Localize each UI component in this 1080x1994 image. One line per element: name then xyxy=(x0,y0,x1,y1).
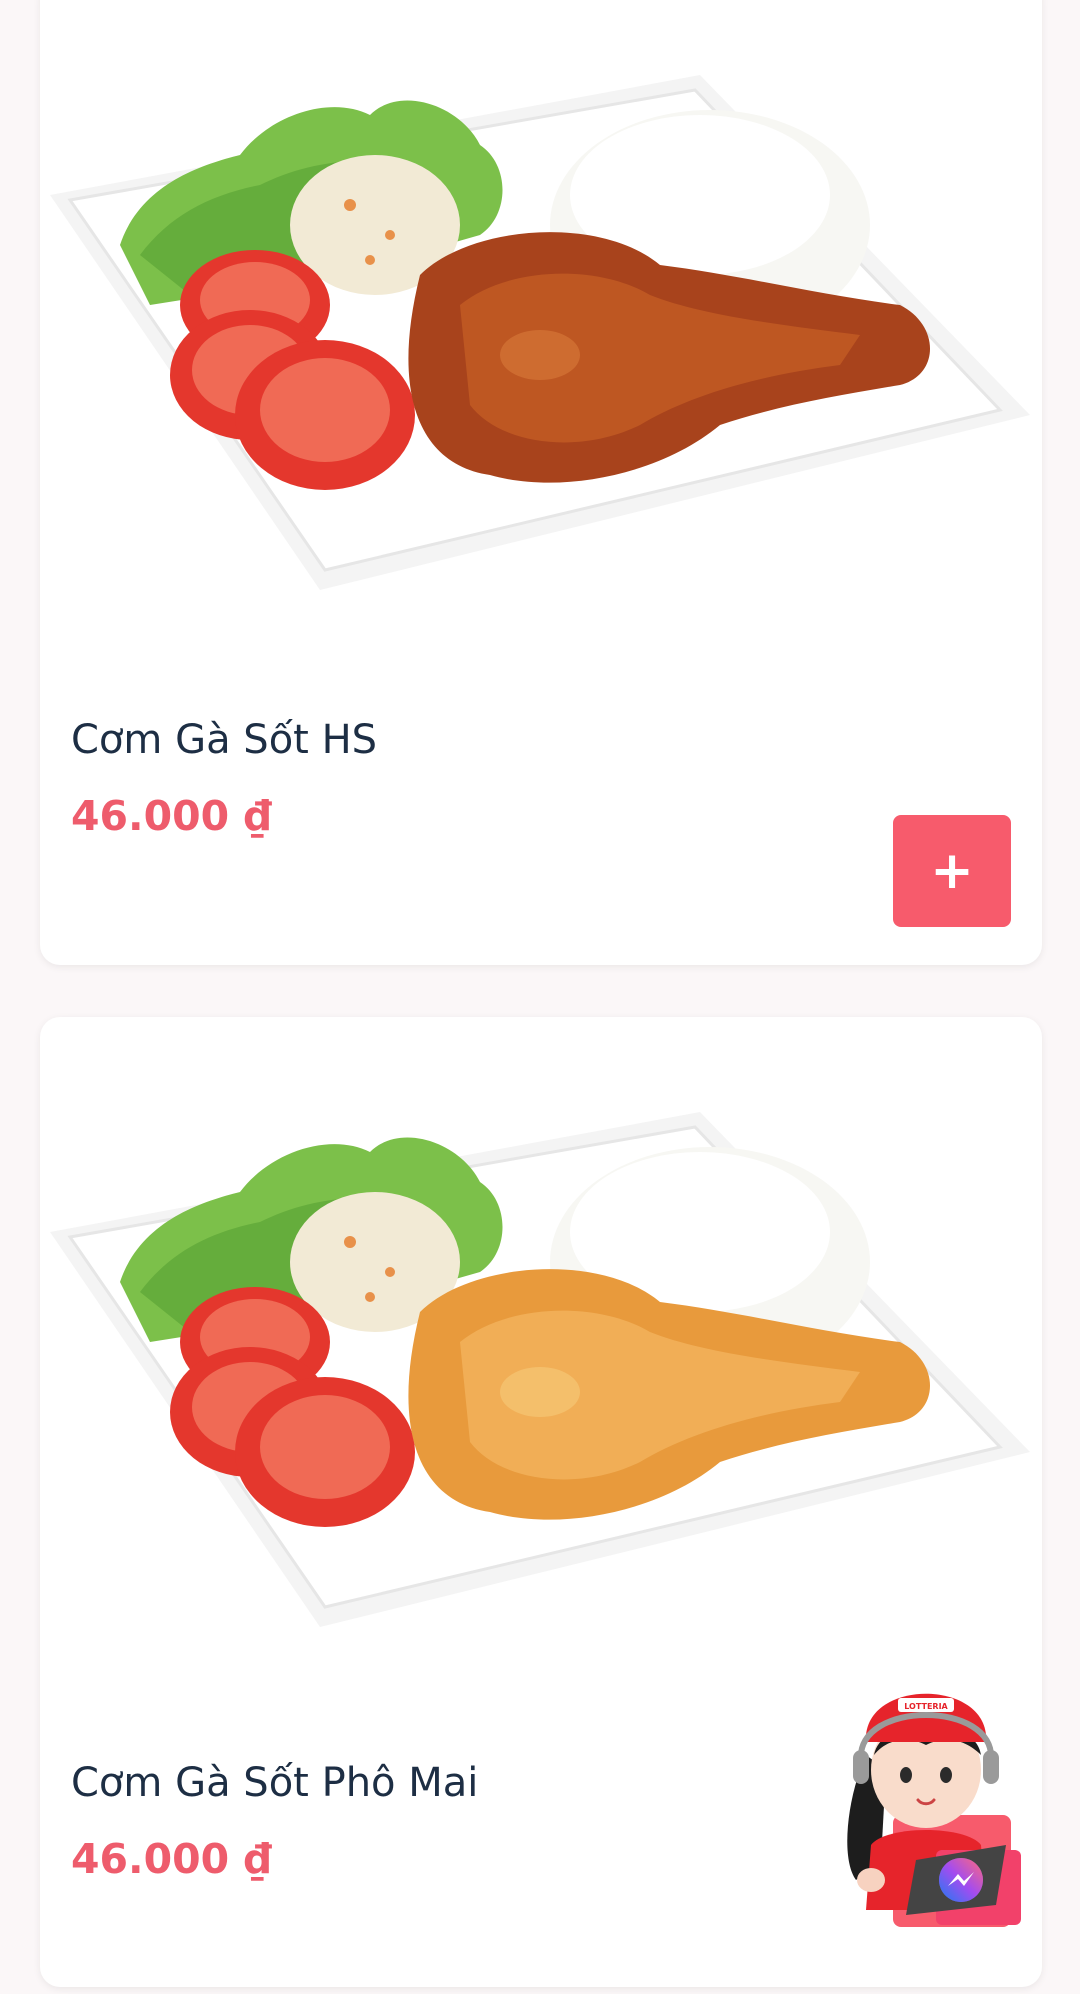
food-plate-image xyxy=(50,75,1030,590)
product-name: Cơm Gà Sốt Phô Mai xyxy=(71,1760,479,1806)
product-price: 46.000 ₫ xyxy=(71,792,273,840)
product-price: 46.000 ₫ xyxy=(71,1835,273,1883)
lotteria-mascot-icon: LOTTERIA xyxy=(847,1693,1021,1925)
product-name: Cơm Gà Sốt HS xyxy=(71,717,378,763)
product-image[interactable] xyxy=(40,1112,1042,1672)
product-card[interactable]: Cơm Gà Sốt HS 46.000 ₫ + xyxy=(40,0,1042,965)
chat-mascot-widget[interactable]: LOTTERIA xyxy=(826,1660,1026,1930)
cap-logo: LOTTERIA xyxy=(904,1702,948,1711)
food-plate-image xyxy=(50,1112,1030,1627)
product-image[interactable] xyxy=(40,75,1042,635)
add-to-cart-button[interactable]: + xyxy=(893,815,1011,927)
